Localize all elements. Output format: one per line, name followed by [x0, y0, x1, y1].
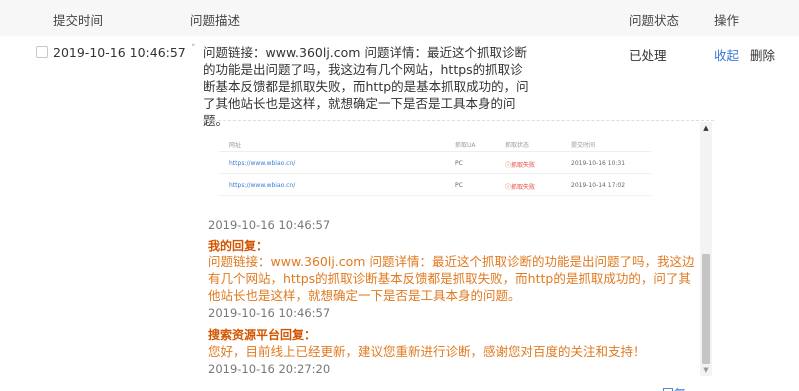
row-checkbox[interactable]: [36, 46, 48, 58]
row-description: 问题链接：www.360lj.com 问题详情：最近这个抓取诊断的功能是出问题了…: [203, 45, 529, 128]
attachment-header: 网址 抓取UA 抓取状态 提交时间: [219, 134, 651, 152]
my-reply-title: 我的回复：: [208, 239, 269, 253]
attachment-ua: PC: [455, 160, 463, 167]
row-submit-time: 2019-10-16 10:46:57: [53, 45, 186, 60]
header-status: 问题状态: [629, 13, 680, 28]
attachment-col-state: 抓取状态: [505, 142, 530, 149]
scroll-down-icon[interactable]: ▼: [700, 366, 712, 374]
panel-scrollbar[interactable]: ▲ ▼: [700, 122, 712, 376]
table-header: 提交时间 问题描述 问题状态 操作: [0, 0, 799, 36]
attachment-row: https://www.wbiao.cn/ PC ⓘ抓取失败 2019-10-1…: [219, 152, 651, 174]
header-submit-time: 提交时间: [53, 13, 104, 28]
attachment-col-url: 网址: [229, 142, 242, 149]
platform-reply-text: 您好，目前线上已经更新，建议您重新进行诊断，感谢您对百度的关注和支持！: [208, 344, 646, 359]
attachment-url: https://www.wbiao.cn/: [229, 182, 296, 189]
attachment-col-time: 提交时间: [571, 142, 596, 149]
collapse-link[interactable]: 收起: [714, 45, 739, 64]
scroll-thumb[interactable]: [702, 254, 710, 364]
attachment-state-label: 抓取失败: [511, 162, 536, 169]
attachment-time: 2019-10-14 17:02: [571, 182, 626, 189]
reply-link[interactable]: 回复: [662, 385, 686, 391]
delete-link[interactable]: 删除: [750, 45, 775, 64]
scroll-up-icon[interactable]: ▲: [700, 124, 712, 132]
platform-reply-title: 搜索资源平台回复：: [208, 328, 317, 342]
detail-panel[interactable]: 网址 抓取UA 抓取状态 提交时间 https://www.wbiao.cn/ …: [203, 120, 714, 378]
collapse-caret-icon[interactable]: ˅: [191, 44, 196, 54]
attachment-row: https://www.wbiao.cn/ PC ⓘ抓取失败 2019-10-1…: [219, 174, 651, 196]
my-reply-time: 2019-10-16 10:46:57: [208, 306, 331, 320]
header-description: 问题描述: [190, 13, 241, 28]
attachment-state-label: 抓取失败: [511, 184, 536, 191]
attachment-state: ⓘ抓取失败: [505, 184, 536, 191]
attachment-state: ⓘ抓取失败: [505, 162, 536, 169]
platform-reply-time: 2019-10-16 20:27:20: [208, 362, 331, 376]
attachment-ua: PC: [455, 182, 463, 189]
my-reply-text: 问题链接：www.360lj.com 问题详情：最近这个抓取诊断的功能是出问题了…: [208, 254, 695, 303]
attachment-url: https://www.wbiao.cn/: [229, 160, 296, 167]
panel-divider: [203, 120, 714, 121]
status-badge: 已处理: [629, 48, 667, 63]
attachment-time: 2019-10-16 10:31: [571, 160, 626, 167]
thread-first-time: 2019-10-16 10:46:57: [208, 218, 331, 232]
header-actions: 操作: [714, 13, 740, 28]
attachment-col-ua: 抓取UA: [455, 142, 476, 149]
attachment-screenshot: 网址 抓取UA 抓取状态 提交时间 https://www.wbiao.cn/ …: [219, 134, 651, 200]
